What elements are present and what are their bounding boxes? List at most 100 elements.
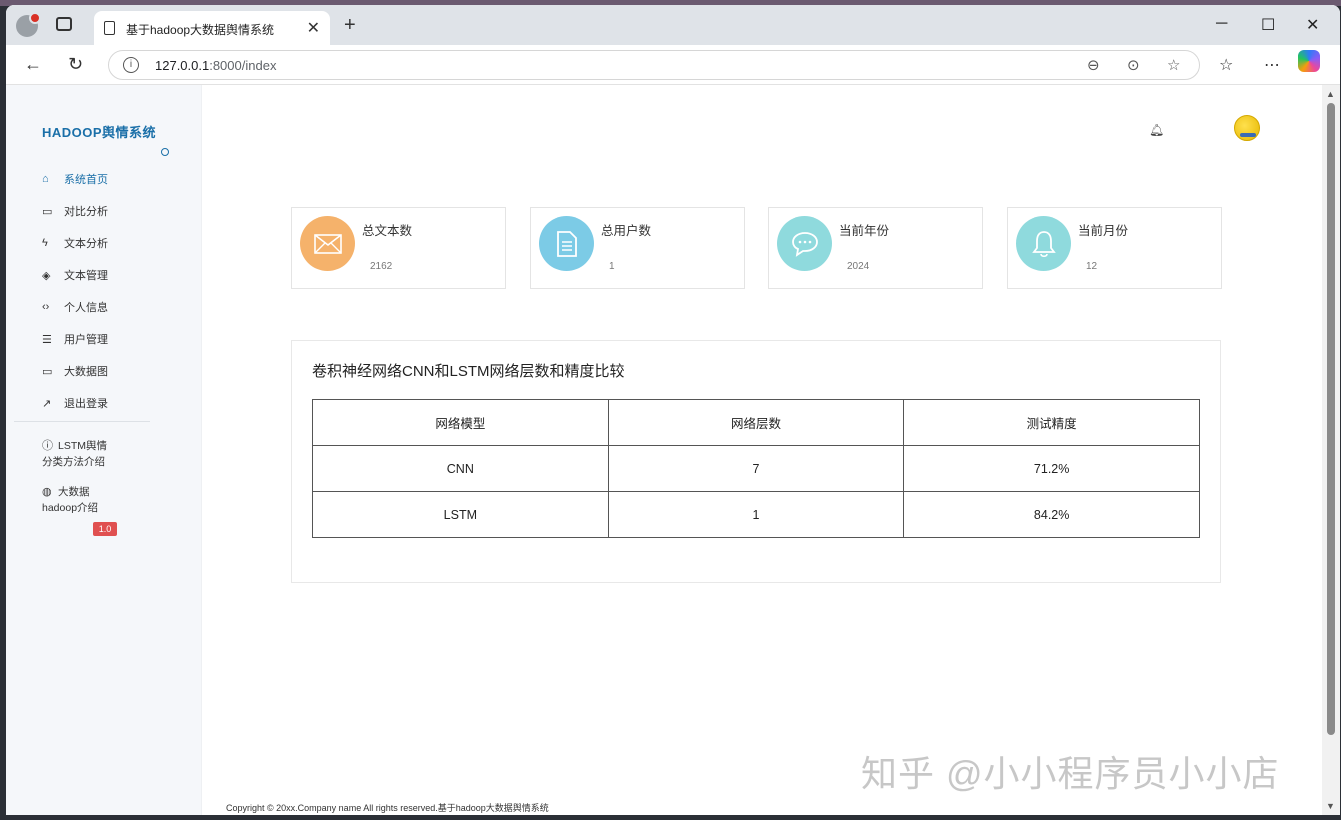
stat-label: 总用户数 bbox=[601, 224, 652, 238]
sidebar-item-users[interactable]: ☰ 用户管理 bbox=[42, 323, 182, 355]
link-line1: 大数据 bbox=[58, 486, 90, 498]
stat-card-current-year: 当前年份 2024 bbox=[768, 207, 983, 289]
zoom-out-icon[interactable]: ⊖ bbox=[1087, 56, 1100, 74]
new-tab-button[interactable]: + bbox=[344, 14, 356, 37]
stat-value: 2162 bbox=[370, 261, 393, 272]
back-icon[interactable]: ← bbox=[24, 54, 42, 75]
column-header: 网络模型 bbox=[312, 399, 609, 446]
sidebar-item-label: 系统首页 bbox=[64, 174, 108, 186]
sidebar-item-label: 退出登录 bbox=[64, 398, 108, 410]
bell-icon bbox=[1016, 216, 1071, 271]
tab-title: 基于hadoop大数据舆情系统 bbox=[126, 23, 275, 37]
brand-toggle[interactable] bbox=[161, 148, 169, 156]
page-viewport: HADOOP舆情系统 ⌂ 系统首页 ▭ 对比分析 ϟ 文本分析 ◈ 文本管理 ‹… bbox=[6, 85, 1322, 815]
scroll-down-icon[interactable]: ▼ bbox=[1326, 801, 1335, 811]
sidebar-item-label: 大数据图 bbox=[64, 366, 108, 378]
sidebar-item-home[interactable]: ⌂ 系统首页 bbox=[42, 163, 182, 195]
close-window-button[interactable]: ✕ bbox=[1306, 15, 1319, 35]
user-avatar[interactable] bbox=[1234, 115, 1260, 141]
table-cell: 84.2% bbox=[903, 491, 1200, 538]
tab-bar: 基于hadoop大数据舆情系统 ✕ + ─ ☐ ✕ bbox=[6, 5, 1340, 45]
sidebar-item-compare[interactable]: ▭ 对比分析 bbox=[42, 195, 182, 227]
stat-label: 当前月份 bbox=[1078, 224, 1129, 238]
sidebar-item-profile[interactable]: ‹› 个人信息 bbox=[42, 291, 182, 323]
table-row: CNN 7 71.2% bbox=[312, 445, 1200, 492]
sidebar-item-label: 文本管理 bbox=[64, 270, 108, 282]
more-page-icon[interactable]: ⊙ bbox=[1127, 56, 1140, 74]
trend-icon: ↗ bbox=[42, 397, 52, 410]
scroll-up-icon[interactable]: ▲ bbox=[1326, 89, 1335, 99]
sidebar-item-label: 文本分析 bbox=[64, 238, 108, 250]
sidebar-menu: ⌂ 系统首页 ▭ 对比分析 ϟ 文本分析 ◈ 文本管理 ‹› 个人信息 ☰ 用户… bbox=[42, 163, 182, 419]
monitor-icon: ▭ bbox=[42, 365, 53, 378]
sidebar-item-text-manage[interactable]: ◈ 文本管理 bbox=[42, 259, 182, 291]
brand-title: HADOOP舆情系统 bbox=[42, 125, 157, 140]
favorites-icon[interactable]: ☆ bbox=[1219, 55, 1233, 75]
table-cell: 7 bbox=[607, 445, 905, 492]
sidebar-item-label: 个人信息 bbox=[64, 302, 108, 314]
table-row: LSTM 1 84.2% bbox=[312, 491, 1200, 538]
sidebar-item-text-analysis[interactable]: ϟ 文本分析 bbox=[42, 227, 182, 259]
link-line1: LSTM舆情 bbox=[58, 440, 108, 452]
sidebar-item-label: 用户管理 bbox=[64, 334, 108, 346]
tab-actions-icon[interactable] bbox=[56, 17, 72, 31]
stat-value: 1 bbox=[609, 261, 615, 272]
home-icon: ⌂ bbox=[42, 173, 49, 185]
table-cell: CNN bbox=[312, 445, 609, 492]
profile-avatar[interactable] bbox=[16, 12, 41, 37]
column-header: 测试精度 bbox=[903, 399, 1200, 446]
comparison-table: 网络模型 网络层数 测试精度 CNN 7 71.2% LSTM 1 84.2% bbox=[312, 399, 1200, 538]
sidebar-link-lstm-intro[interactable]: ⓘ LSTM舆情 分类方法介绍 bbox=[42, 438, 162, 470]
sidebar-link-hadoop-intro[interactable]: ◍ 大数据 hadoop介绍 bbox=[42, 484, 162, 516]
sidebar-item-logout[interactable]: ↗ 退出登录 bbox=[42, 387, 182, 419]
help-icon: ⓘ bbox=[42, 440, 53, 452]
stat-card-current-month: 当前月份 12 bbox=[1007, 207, 1222, 289]
url-field[interactable]: i 127.0.0.1:8000/index ⊖ ⊙ ☆ bbox=[108, 50, 1200, 80]
stat-card-total-users: 总用户数 1 bbox=[530, 207, 745, 289]
list-icon: ☰ bbox=[42, 333, 52, 346]
active-tab[interactable]: 基于hadoop大数据舆情系统 ✕ bbox=[94, 11, 330, 45]
favorite-star-icon[interactable]: ☆ bbox=[1167, 56, 1180, 74]
scrollbar-thumb[interactable] bbox=[1327, 103, 1335, 735]
menu-ellipsis-icon[interactable]: ⋯ bbox=[1264, 55, 1280, 75]
stat-card-total-texts: 总文本数 2162 bbox=[291, 207, 506, 289]
stat-value: 12 bbox=[1086, 261, 1098, 272]
chat-icon bbox=[777, 216, 832, 271]
address-bar: ← ↻ i 127.0.0.1:8000/index ⊖ ⊙ ☆ ☆ ⋯ bbox=[6, 45, 1340, 85]
table-header-row: 网络模型 网络层数 测试精度 bbox=[312, 399, 1200, 446]
minimize-button[interactable]: ─ bbox=[1216, 15, 1227, 33]
document-icon bbox=[539, 216, 594, 271]
sidebar-item-label: 对比分析 bbox=[64, 206, 108, 218]
table-cell: LSTM bbox=[312, 491, 609, 538]
watermark: 知乎 @小小程序员小小店 bbox=[861, 753, 1280, 794]
link-line2: 分类方法介绍 bbox=[42, 456, 105, 468]
stat-label: 总文本数 bbox=[362, 224, 413, 238]
code-icon: ‹› bbox=[42, 301, 50, 313]
refresh-icon[interactable]: ↻ bbox=[68, 54, 83, 75]
page-scrollbar[interactable]: ▲ ▼ bbox=[1322, 85, 1340, 815]
notification-bell-icon[interactable]: 🔔︎ bbox=[1149, 123, 1164, 137]
sidebar: HADOOP舆情系统 ⌂ 系统首页 ▭ 对比分析 ϟ 文本分析 ◈ 文本管理 ‹… bbox=[6, 85, 202, 815]
page-footer: Copyright © 20xx.Company name All rights… bbox=[226, 803, 549, 813]
page-icon bbox=[104, 21, 115, 35]
panel-title: 卷积神经网络CNN和LSTM网络层数和精度比较 bbox=[312, 363, 625, 380]
maximize-button[interactable]: ☐ bbox=[1261, 15, 1275, 35]
mail-icon bbox=[300, 216, 355, 271]
comparison-panel: 卷积神经网络CNN和LSTM网络层数和精度比较 网络模型 网络层数 测试精度 C… bbox=[291, 340, 1221, 583]
sidebar-item-bigdata-chart[interactable]: ▭ 大数据图 bbox=[42, 355, 182, 387]
sidebar-divider bbox=[14, 421, 150, 422]
version-badge: 1.0 bbox=[93, 522, 117, 536]
site-info-icon[interactable]: i bbox=[123, 57, 139, 73]
table-cell: 71.2% bbox=[903, 445, 1200, 492]
globe-icon: ◍ bbox=[42, 486, 52, 498]
table-cell: 1 bbox=[607, 491, 905, 538]
copilot-icon[interactable] bbox=[1298, 50, 1320, 72]
column-header: 网络层数 bbox=[607, 399, 905, 446]
tab-close-icon[interactable]: ✕ bbox=[307, 18, 320, 38]
bolt-icon: ϟ bbox=[42, 237, 48, 249]
stat-value: 2024 bbox=[847, 261, 870, 272]
stat-label: 当前年份 bbox=[839, 224, 890, 238]
layers-icon: ◈ bbox=[42, 269, 51, 282]
link-line2: hadoop介绍 bbox=[42, 502, 99, 514]
url-text: 127.0.0.1:8000/index bbox=[155, 58, 277, 73]
